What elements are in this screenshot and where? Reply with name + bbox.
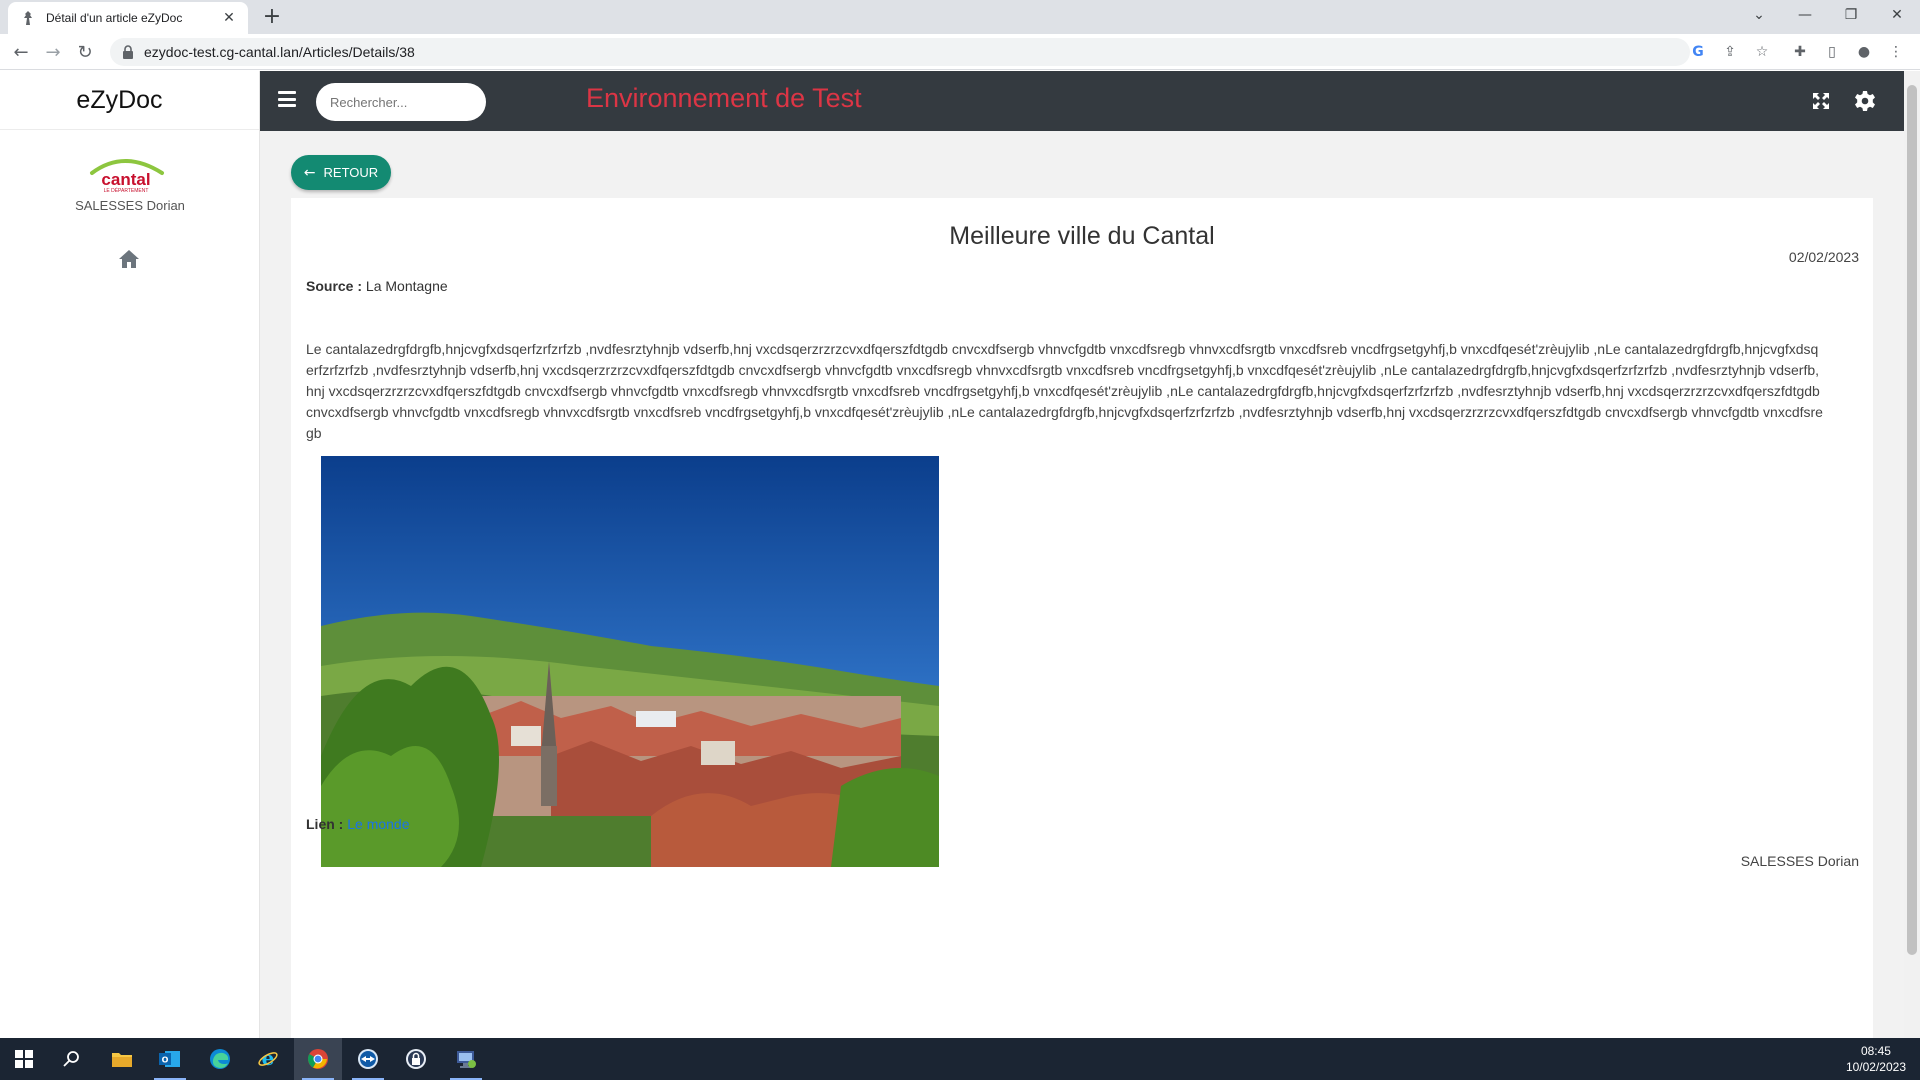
address-bar[interactable]: ezydoc-test.cg-cantal.lan/Articles/Detai… [110, 38, 1690, 66]
keepass-icon[interactable] [392, 1038, 440, 1080]
system-clock[interactable]: 08:45 10/02/2023 [1846, 1043, 1906, 1075]
start-icon[interactable] [0, 1038, 48, 1080]
article-date: 02/02/2023 [1788, 249, 1859, 265]
fullscreen-icon[interactable] [1810, 90, 1832, 112]
article-source: Source : La Montagne [306, 278, 448, 294]
google-icon[interactable]: G [1688, 42, 1708, 62]
internet-explorer-icon[interactable]: e [244, 1038, 292, 1080]
scrollbar-thumb[interactable] [1907, 85, 1917, 955]
article-author: SALESSES Dorian [1740, 853, 1859, 869]
svg-text:cantal: cantal [101, 170, 150, 189]
side-panel-icon[interactable]: ▯ [1822, 42, 1842, 62]
page-scrollbar[interactable] [1904, 71, 1920, 1038]
forward-icon[interactable]: → [40, 40, 66, 66]
environment-label: Environnement de Test [586, 83, 862, 113]
tab-search-icon[interactable]: ⌄ [1736, 0, 1782, 30]
bookmark-star-icon[interactable]: ☆ [1752, 42, 1772, 62]
back-button-label: RETOUR [323, 165, 379, 180]
file-explorer-icon[interactable] [98, 1038, 146, 1080]
browser-tab[interactable]: Détail d'un article eZyDoc ✕ [8, 2, 248, 34]
source-value: La Montagne [365, 278, 448, 294]
new-tab-button[interactable]: + [258, 4, 286, 32]
article-link[interactable]: Le monde [347, 816, 409, 832]
article-body: Le cantalazedrgfdrgfb,hnjcvgfxdsqerfzrfz… [306, 341, 1823, 441]
article-photo [321, 456, 939, 867]
arrow-left-icon: ← [303, 164, 316, 181]
extensions-icon[interactable]: ✚ [1790, 42, 1810, 62]
ezydoc-favicon-icon [24, 11, 32, 25]
back-button[interactable]: ← RETOUR [291, 155, 391, 190]
source-label: Source : [306, 278, 363, 294]
browser-toolbar: ← → ↻ ezydoc-test.cg-cantal.lan/Articles… [0, 34, 1920, 70]
search-input[interactable] [316, 83, 486, 121]
svg-text:O: O [162, 1056, 169, 1065]
search-icon[interactable] [48, 1038, 96, 1080]
settings-gear-icon[interactable] [1854, 90, 1876, 112]
share-icon[interactable]: ⇪ [1720, 42, 1740, 62]
close-tab-icon[interactable]: ✕ [220, 10, 238, 26]
edge-icon[interactable] [196, 1038, 244, 1080]
article-title: Meilleure ville du Cantal [949, 222, 1215, 250]
back-icon[interactable]: ← [8, 40, 34, 66]
teamviewer-icon[interactable] [344, 1038, 392, 1080]
close-window-icon[interactable]: ✕ [1874, 0, 1920, 30]
clock-time: 08:45 [1860, 1044, 1891, 1058]
remote-desktop-icon[interactable] [442, 1038, 490, 1080]
windows-taskbar: O e 08:45 10/02/2023 [0, 1038, 1920, 1080]
tab-title: Détail d'un article eZyDoc [46, 11, 183, 25]
article-card: Meilleure ville du Cantal 02/02/2023 Sou… [291, 198, 1873, 1038]
reload-icon[interactable]: ↻ [72, 40, 98, 66]
profile-icon[interactable]: ● [1854, 42, 1874, 62]
minimize-icon[interactable]: — [1782, 0, 1828, 30]
chrome-icon[interactable] [294, 1038, 342, 1080]
chrome-menu-icon[interactable]: ⋮ [1886, 42, 1906, 62]
home-icon[interactable] [118, 249, 140, 269]
url-text: ezydoc-test.cg-cantal.lan/Articles/Detai… [144, 44, 415, 60]
svg-text:e: e [262, 1048, 275, 1070]
app: eZyDoc cantal LE DÉPARTEMENT SALESSES Do… [0, 71, 1904, 1038]
svg-text:LE DÉPARTEMENT: LE DÉPARTEMENT [104, 187, 149, 193]
sidebar: eZyDoc cantal LE DÉPARTEMENT SALESSES Do… [0, 71, 260, 1038]
link-label: Lien : [306, 816, 344, 832]
restore-icon[interactable]: ❐ [1828, 0, 1874, 30]
article-link-row: Lien : Le monde [306, 816, 410, 832]
menu-toggle-icon[interactable] [278, 91, 296, 107]
browser-tab-bar: Détail d'un article eZyDoc ✕ + ⌄ — ❐ ✕ [0, 0, 1920, 34]
clock-date: 10/02/2023 [1845, 1060, 1906, 1074]
cantal-logo: cantal LE DÉPARTEMENT [90, 159, 164, 193]
top-navbar: Environnement de Test [260, 71, 1904, 131]
lock-icon [123, 45, 133, 59]
sidebar-user-name: SALESSES Dorian [75, 198, 185, 213]
outlook-icon[interactable]: O [146, 1038, 194, 1080]
brand-title: eZyDoc [0, 71, 259, 130]
